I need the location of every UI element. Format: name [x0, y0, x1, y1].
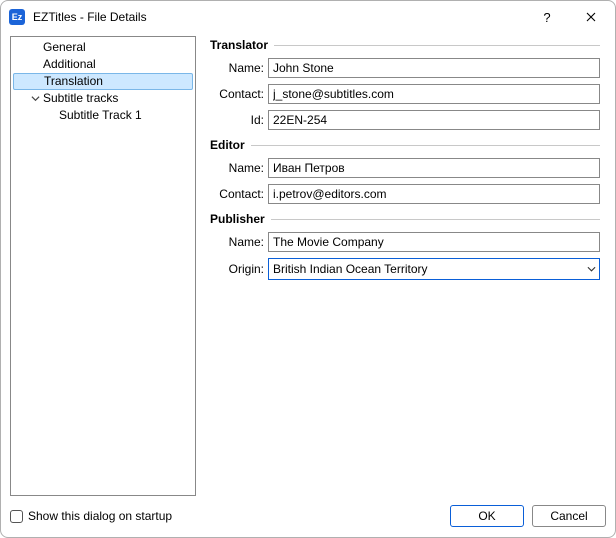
input-editor-name[interactable]: [268, 158, 600, 178]
tree-item-additional[interactable]: Additional: [11, 56, 195, 73]
input-translator-id[interactable]: [268, 110, 600, 130]
tree-item-subtitle-track-1[interactable]: Subtitle Track 1: [11, 107, 195, 124]
checkbox-label: Show this dialog on startup: [28, 509, 172, 523]
label-translator-id: Id:: [210, 113, 268, 127]
checkbox-box: [10, 510, 23, 523]
label-editor-name: Name:: [210, 161, 268, 175]
label-translator-contact: Contact:: [210, 87, 268, 101]
help-button[interactable]: ?: [525, 3, 569, 31]
label-publisher-name: Name:: [210, 235, 268, 249]
select-value: British Indian Ocean Territory: [273, 262, 428, 276]
form-panel: Translator Name: Contact: Id: Editor Nam…: [196, 36, 606, 496]
select-publisher-origin[interactable]: British Indian Ocean Territory: [268, 258, 600, 280]
input-publisher-name[interactable]: [268, 232, 600, 252]
group-publisher: Publisher: [210, 212, 600, 226]
nav-tree[interactable]: General Additional Translation Subtitle …: [10, 36, 196, 496]
tree-item-translation[interactable]: Translation: [13, 73, 193, 90]
chevron-down-icon: [29, 93, 41, 105]
close-button[interactable]: [569, 3, 613, 31]
group-editor: Editor: [210, 138, 600, 152]
app-icon: Ez: [9, 9, 25, 25]
show-on-startup-checkbox[interactable]: Show this dialog on startup: [10, 509, 172, 523]
close-icon: [586, 12, 596, 22]
tree-item-label: Subtitle tracks: [43, 90, 118, 107]
main-area: General Additional Translation Subtitle …: [10, 36, 606, 496]
input-translator-contact[interactable]: [268, 84, 600, 104]
label-translator-name: Name:: [210, 61, 268, 75]
label-editor-contact: Contact:: [210, 187, 268, 201]
footer: Show this dialog on startup OK Cancel: [10, 504, 606, 528]
input-editor-contact[interactable]: [268, 184, 600, 204]
cancel-button[interactable]: Cancel: [532, 505, 606, 527]
titlebar: Ez EZTitles - File Details ?: [1, 1, 615, 33]
label-publisher-origin: Origin:: [210, 262, 268, 276]
tree-item-general[interactable]: General: [11, 39, 195, 56]
group-translator: Translator: [210, 38, 600, 52]
ok-button[interactable]: OK: [450, 505, 524, 527]
tree-item-subtitle-tracks[interactable]: Subtitle tracks: [11, 90, 195, 107]
input-translator-name[interactable]: [268, 58, 600, 78]
window-title: EZTitles - File Details: [33, 10, 147, 24]
